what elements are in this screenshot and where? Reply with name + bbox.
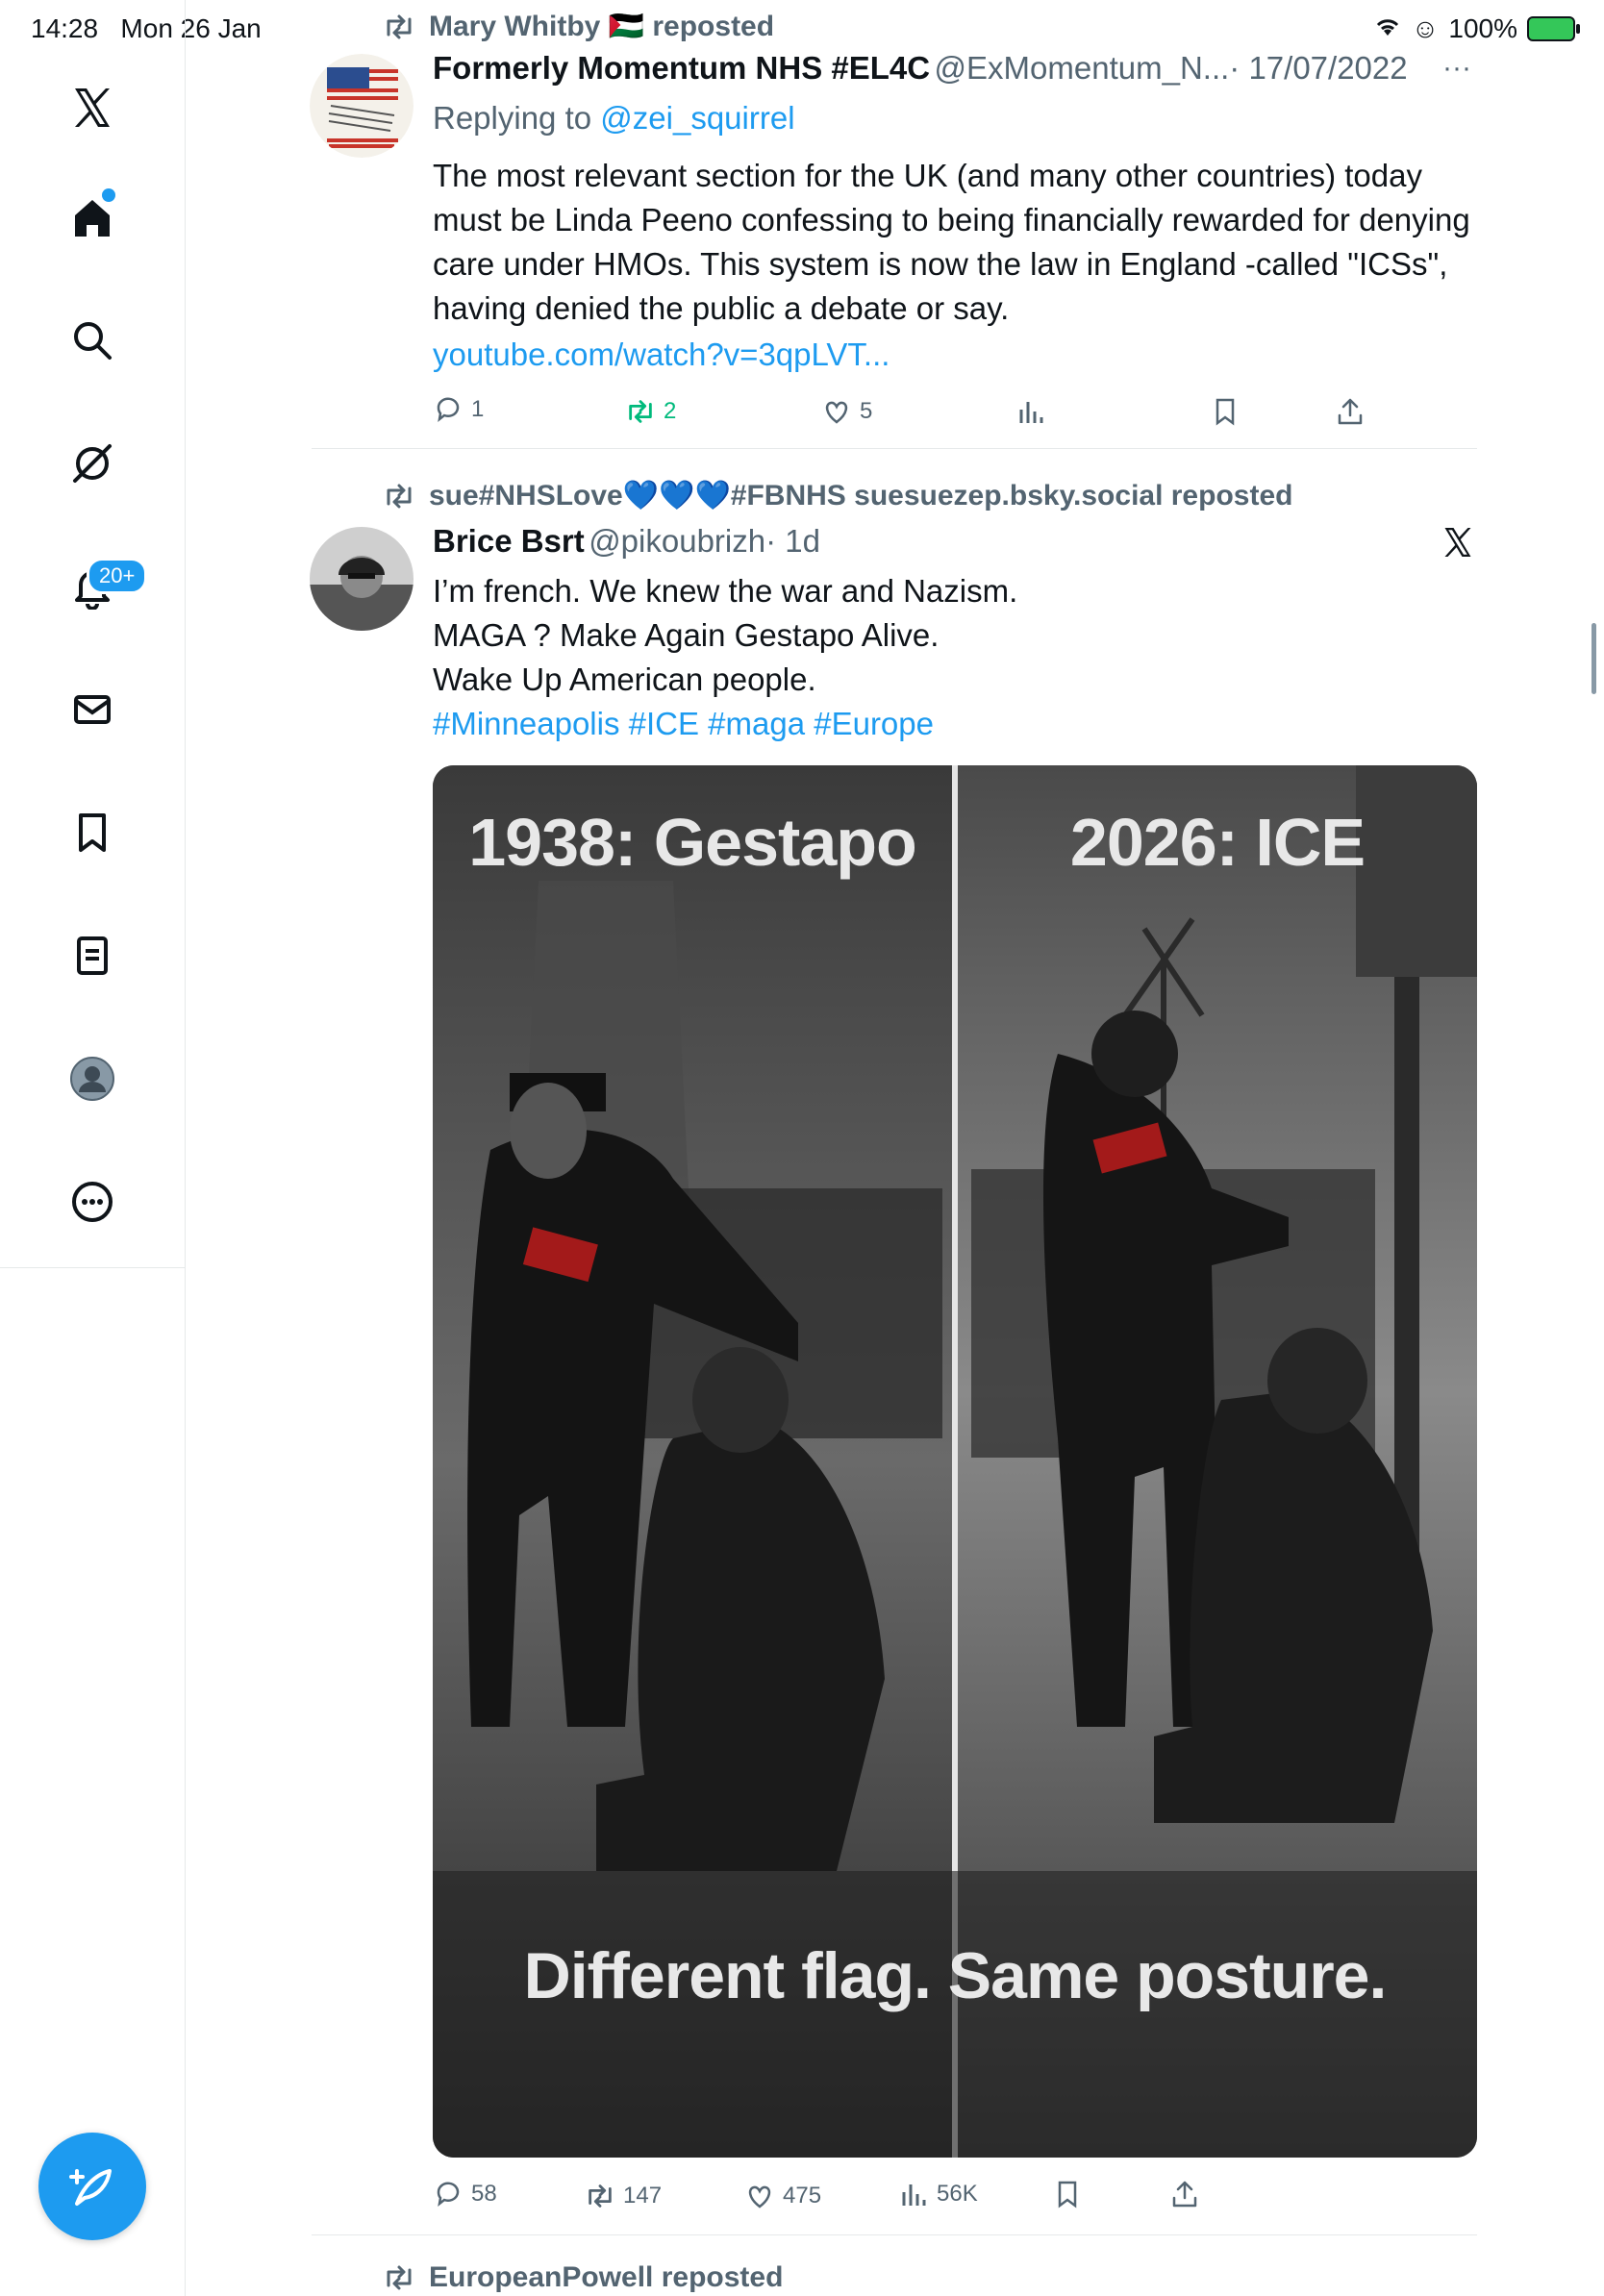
author-name[interactable]: Formerly Momentum NHS #EL4C — [433, 50, 930, 86]
battery-percent: 100% — [1448, 13, 1517, 43]
reply-button[interactable]: 1 — [433, 394, 484, 425]
reply-icon — [437, 397, 460, 423]
status-right: ☺ 100% — [1373, 13, 1580, 44]
views-button[interactable]: 56K — [898, 2179, 978, 2209]
sidebar-bottom-divider — [0, 1267, 185, 1268]
author-name[interactable]: Brice Bsrt — [433, 523, 585, 559]
repost-indicator: EuropeanPowell reposted — [383, 2261, 783, 2294]
reply-count: 1 — [471, 396, 485, 422]
grok-icon[interactable] — [62, 433, 123, 494]
like-count: 5 — [860, 398, 873, 424]
replying-to: Replying to @zei_squirrel — [433, 100, 795, 136]
author-handle[interactable]: @ExMomentum_N... — [935, 50, 1230, 86]
sidebar-divider — [185, 1269, 186, 2296]
repost-count: 2 — [664, 398, 677, 424]
compose-feather-icon — [69, 2169, 112, 2206]
repost-count: 147 — [623, 2183, 663, 2209]
scrollbar-thumb[interactable] — [1591, 623, 1596, 694]
reply-button[interactable]: 58 — [433, 2179, 497, 2209]
share-button[interactable] — [1169, 2179, 1200, 2209]
messages-icon[interactable] — [62, 679, 123, 740]
repost-button[interactable]: 147 — [585, 2181, 662, 2211]
bookmark-button[interactable] — [1052, 2179, 1083, 2209]
share-icon — [1338, 398, 1363, 425]
share-icon — [1172, 2181, 1197, 2208]
repost-icon — [629, 400, 652, 423]
reply-icon — [437, 2182, 460, 2208]
tweet-line: MAGA ? Make Again Gestapo Alive. — [433, 617, 940, 653]
heart-icon — [825, 401, 848, 424]
tweet-text: The most relevant section for the UK (an… — [433, 158, 1470, 326]
repost-button[interactable]: 2 — [625, 396, 676, 427]
views-count: 56K — [937, 2181, 978, 2207]
analytics-icon — [1019, 402, 1043, 423]
tweet-line: Wake Up American people. — [433, 661, 816, 697]
home-notification-dot — [102, 188, 115, 202]
lists-icon[interactable] — [62, 925, 123, 986]
tweet-divider — [312, 2234, 1477, 2235]
repost-icon — [387, 14, 412, 38]
tweet-text: I’m french. We knew the war and Nazism. … — [433, 569, 1017, 746]
repost-icon — [387, 2265, 412, 2290]
like-button[interactable]: 475 — [744, 2181, 821, 2211]
repost-label: sue#NHSLove💙💙💙#FBNHS suesuezep.bsky.soci… — [429, 480, 1293, 512]
tweet-header: Brice Bsrt @pikoubrizh· 1d — [433, 523, 820, 560]
tweet-hashtags[interactable]: #Minneapolis #ICE #maga #Europe — [433, 702, 1017, 746]
analytics-icon — [902, 2184, 926, 2206]
repost-indicator: sue#NHSLove💙💙💙#FBNHS suesuezep.bsky.soci… — [383, 479, 1292, 512]
x-logo-icon — [1441, 525, 1475, 564]
repost-label: EuropeanPowell reposted — [429, 2261, 784, 2293]
tweet-date[interactable]: · 17/07/2022 — [1229, 50, 1407, 86]
wifi-icon — [1373, 13, 1402, 44]
image-caption-bottom: Different flag. Same posture. — [523, 1939, 1388, 2012]
repost-icon — [387, 484, 412, 508]
repost-indicator: Mary Whitby 🇵🇸 reposted — [383, 10, 774, 43]
more-icon[interactable] — [62, 1171, 123, 1233]
avatar[interactable] — [310, 54, 414, 158]
author-handle[interactable]: @pikoubrizh — [589, 523, 765, 559]
profile-avatar-icon[interactable] — [62, 1048, 123, 1110]
like-button[interactable]: 5 — [821, 396, 872, 427]
tweet-link[interactable]: youtube.com/watch?v=3qpLVT... — [433, 333, 890, 377]
tweet-header: Formerly Momentum NHS #EL4C @ExMomentum_… — [433, 50, 1408, 87]
bookmark-icon — [1058, 2181, 1077, 2209]
battery-icon — [1527, 16, 1580, 41]
bookmarks-icon[interactable] — [62, 802, 123, 863]
notifications-badge: 20+ — [87, 558, 148, 594]
image-caption-left: 1938: Gestapo — [468, 805, 917, 880]
x-logo-icon[interactable] — [62, 77, 123, 138]
compose-button[interactable] — [38, 2133, 146, 2240]
bookmark-button[interactable] — [1210, 396, 1241, 427]
replying-to-link[interactable]: @zei_squirrel — [600, 100, 794, 136]
views-button[interactable] — [1015, 396, 1046, 427]
tweet-divider — [312, 448, 1477, 449]
bookmark-icon — [1216, 398, 1235, 426]
repost-label: Mary Whitby 🇵🇸 reposted — [429, 11, 775, 42]
avatar[interactable] — [310, 527, 414, 631]
more-options-icon[interactable]: ··· — [1442, 52, 1471, 85]
heart-icon — [748, 2185, 771, 2209]
search-icon[interactable] — [62, 310, 123, 371]
tweet-image[interactable]: 1938: Gestapo 2026: ICE Different flag. … — [433, 765, 1477, 2158]
reply-count: 58 — [471, 2181, 497, 2207]
repost-icon — [589, 2184, 612, 2208]
tweet-date[interactable]: · 1d — [765, 523, 820, 559]
image-caption-right: 2026: ICE — [1069, 805, 1366, 880]
share-button[interactable] — [1335, 396, 1366, 427]
like-count: 475 — [783, 2183, 822, 2209]
tweet-line: I’m french. We knew the war and Nazism. — [433, 573, 1018, 609]
focus-icon: ☺ — [1411, 13, 1440, 43]
